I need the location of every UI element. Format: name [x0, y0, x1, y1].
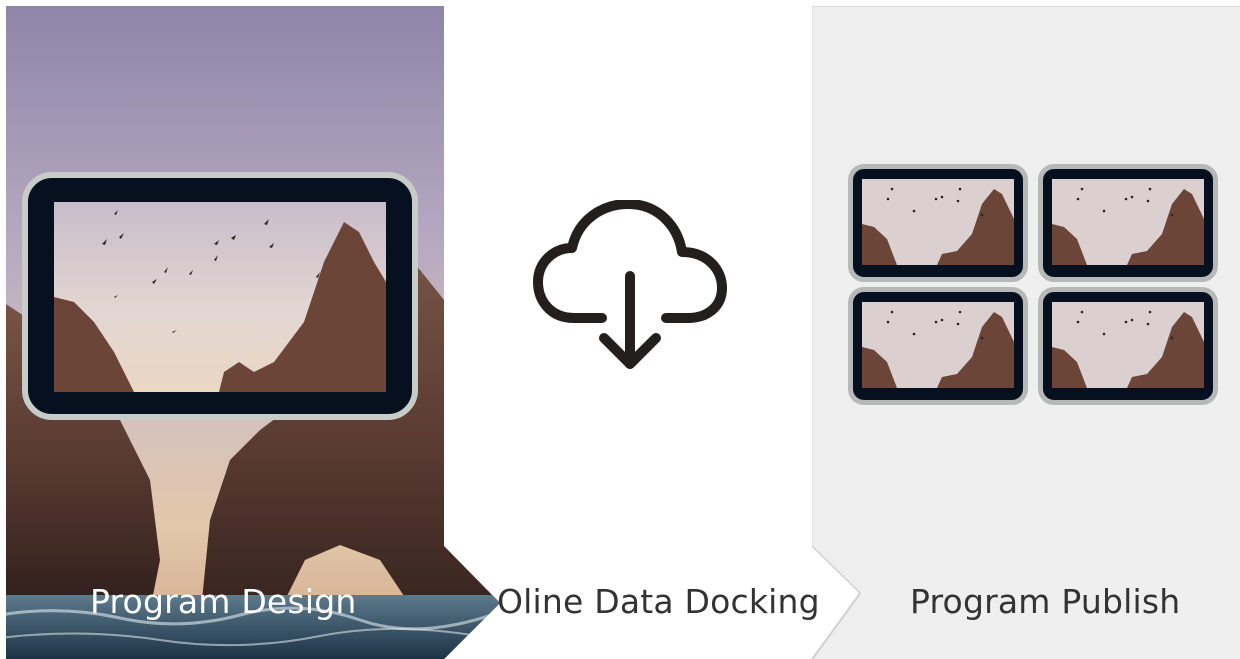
publish-screen-3: [848, 287, 1028, 405]
publish-screen-4: [1038, 287, 1218, 405]
publish-screen-2: [1038, 164, 1218, 282]
step-label-docking: Oline Data Docking: [497, 582, 820, 621]
screen-scene-image: [54, 202, 386, 392]
screen-scene-image: [1052, 179, 1204, 265]
cloud-download-icon: [533, 200, 727, 369]
screen-scene-image: [862, 302, 1014, 388]
step-label-design: Program Design: [90, 582, 357, 621]
step-label-publish: Program Publish: [910, 582, 1181, 621]
program-design-screen: [22, 172, 418, 420]
screen-scene-image: [1052, 302, 1204, 388]
process-flow: Program Design Oline Data Docking Progra…: [0, 0, 1240, 659]
publish-screen-1: [848, 164, 1028, 282]
screen-scene-image: [862, 179, 1014, 265]
